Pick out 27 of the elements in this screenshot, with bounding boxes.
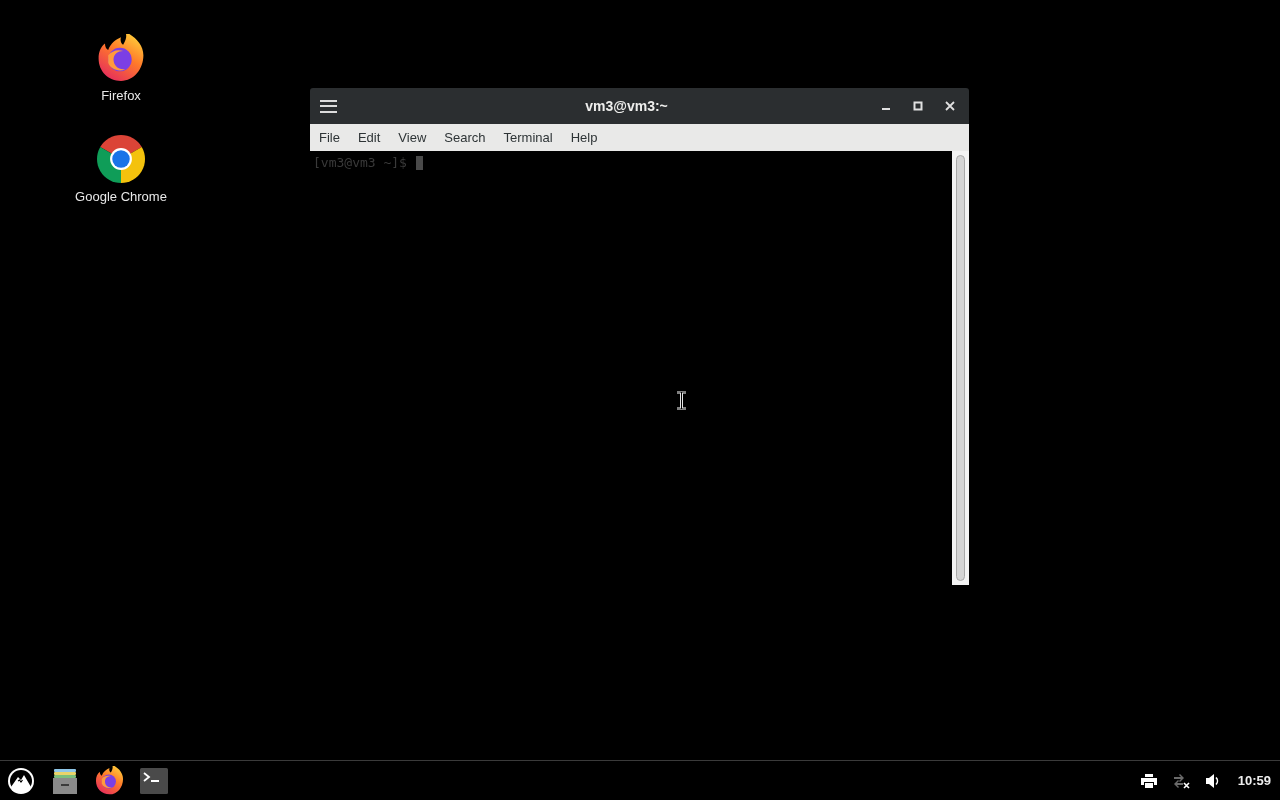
window-title: vm3@vm3:~ (584, 96, 669, 116)
clock[interactable]: 10:59 (1237, 770, 1271, 791)
text-cursor-icon (676, 391, 687, 410)
volume-icon[interactable] (1205, 773, 1221, 788)
terminal-icon[interactable] (140, 767, 168, 794)
scrollbar-thumb[interactable] (956, 155, 965, 581)
text-cursor-block (415, 156, 423, 170)
scrollbar-track[interactable] (952, 151, 969, 585)
shell-prompt: [vm3@vm3 ~]$ (313, 155, 407, 171)
firefox-icon[interactable] (95, 766, 124, 795)
menu-item[interactable]: File (310, 124, 349, 151)
menu-icon[interactable] (320, 99, 337, 113)
menu-item[interactable]: Help (561, 124, 607, 151)
file-cabinet-icon[interactable] (51, 766, 79, 795)
menu-item[interactable]: Edit (348, 124, 390, 151)
maximize-icon[interactable] (912, 100, 924, 112)
menu-item[interactable]: Search (435, 124, 495, 151)
chrome-icon (97, 135, 145, 183)
menu-item[interactable]: View (389, 124, 436, 151)
network-disconnected-icon[interactable] (1173, 772, 1190, 789)
desktop-icon-label[interactable]: Firefox (101, 88, 141, 104)
menu-item[interactable]: Terminal (494, 124, 562, 151)
printer-icon[interactable] (1140, 773, 1157, 788)
desktop-icon-label[interactable]: Google Chrome (75, 189, 167, 205)
close-icon[interactable] (944, 100, 956, 112)
firefox-icon (97, 34, 145, 82)
mountain-logo-icon[interactable] (7, 766, 35, 795)
